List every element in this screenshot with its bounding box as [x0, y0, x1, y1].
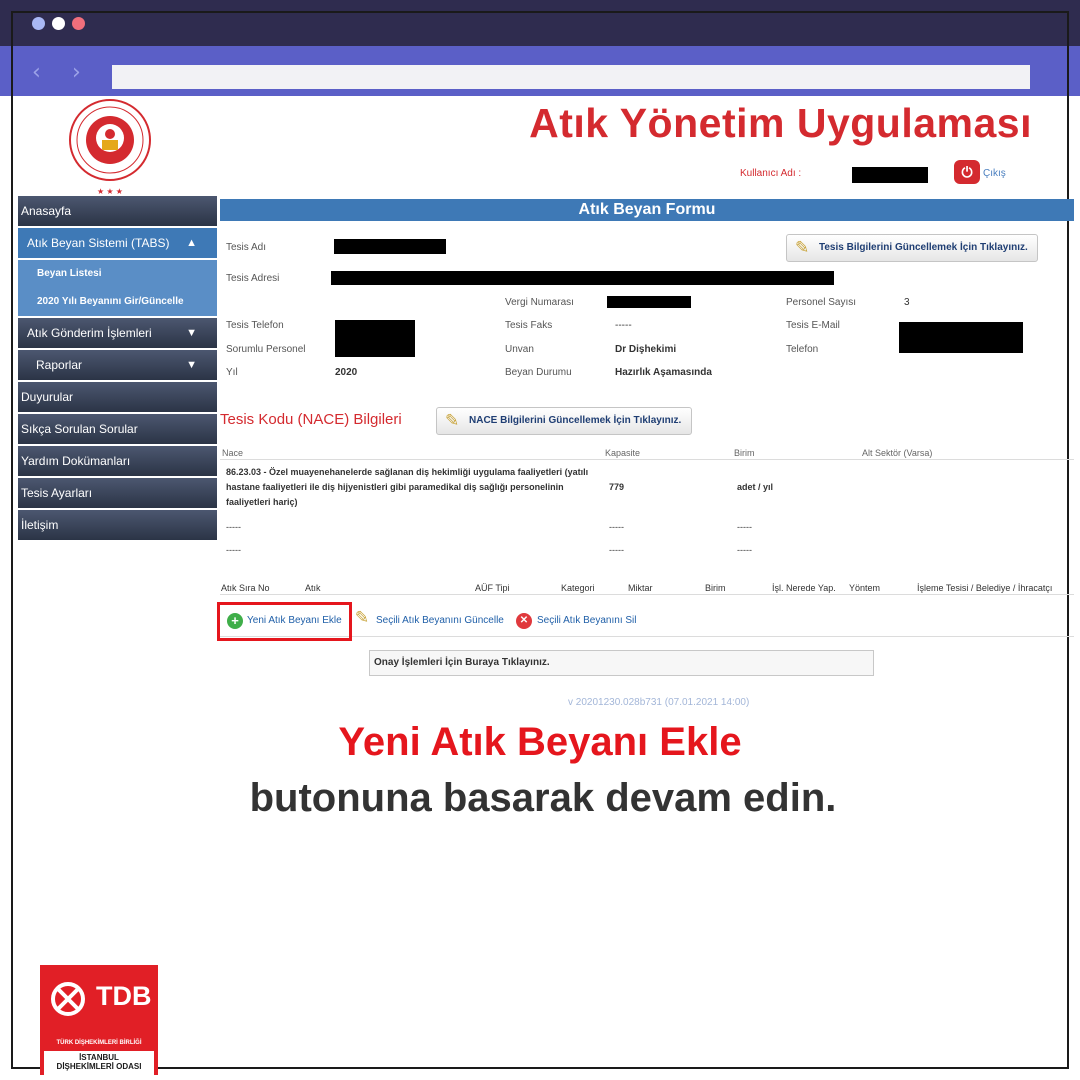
facility-fax-value: -----	[615, 320, 632, 331]
update-nace-button[interactable]: ✎ NACE Bilgilerini Güncellemek İçin Tıkl…	[436, 407, 692, 435]
column-header: Atık Sıra No	[221, 583, 270, 593]
column-header: Alt Sektör (Varsa)	[862, 448, 933, 458]
nace-row-description: -----	[226, 545, 241, 555]
nace-row-description: 86.23.03 - Özel muayenehanelerde sağlana…	[226, 467, 589, 507]
nace-section-title: Tesis Kodu (NACE) Bilgileri	[220, 411, 402, 428]
tdb-line2: İSTANBUL DİŞHEKİMLERİ ODASI	[40, 1053, 158, 1071]
sidebar-subitem-declaration-list[interactable]: Beyan Listesi	[18, 260, 217, 288]
logout-link[interactable]: Çıkış	[983, 168, 1006, 179]
tdb-brand-text: TDB	[96, 981, 152, 1011]
facility-address-redacted	[331, 271, 834, 285]
sidebar-item-help-docs[interactable]: Yardım Dokümanları	[18, 446, 217, 476]
update-facility-button-label: Tesis Bilgilerini Güncellemek İçin Tıkla…	[819, 242, 1028, 253]
pencil-icon: ✎	[445, 411, 460, 431]
column-header: İşl. Nerede Yap.	[772, 583, 836, 593]
username-label: Kullanıcı Adı :	[740, 168, 802, 179]
tdb-line1: TÜRK DİŞHEKİMLERİ BİRLİĞİ	[56, 1040, 142, 1046]
nace-row-capacity: -----	[609, 522, 624, 532]
staff-count-label: Personel Sayısı	[786, 297, 857, 308]
tdb-line2a: İSTANBUL	[79, 1053, 119, 1062]
table-divider	[220, 459, 1074, 460]
username-redacted	[852, 167, 928, 183]
email-redacted	[899, 322, 1023, 353]
instruction-caption: butonuna basarak devam edin.	[249, 776, 837, 820]
sidebar-item-waste-shipment[interactable]: Atık Gönderim İşlemleri ▼	[18, 318, 217, 348]
column-header: Yöntem	[849, 583, 881, 593]
app-title: Atık Yönetim Uygulaması	[529, 100, 1032, 146]
column-header: Birim	[705, 583, 726, 593]
column-header: İşleme Tesisi / Belediye / İhracatçı	[917, 583, 1053, 593]
ministry-seal-logo: ★ ★ ★	[69, 99, 151, 196]
declaration-status-value: Hazırlık Aşamasında	[615, 367, 712, 378]
tdb-logo: TDB TÜRK DİŞHEKİMLERİ BİRLİĞİ İSTANBUL D…	[40, 965, 158, 1075]
tdb-emblem-icon	[51, 982, 85, 1016]
facility-name-label: Tesis Adı	[226, 242, 267, 253]
column-header: Miktar	[628, 583, 653, 593]
pencil-icon[interactable]: ✎	[354, 610, 370, 627]
sidebar-item-label: Atık Gönderim İşlemleri	[27, 326, 152, 340]
svg-text:★ ★ ★: ★ ★ ★	[97, 187, 123, 196]
declaration-status-label: Beyan Durumu	[505, 367, 572, 378]
staff-count-value: 3	[904, 297, 910, 308]
caret-down-icon: ▼	[186, 359, 197, 371]
delete-x-icon[interactable]: ✕	[516, 613, 532, 629]
column-header: Nace	[222, 448, 244, 458]
sidebar-item-tabs[interactable]: Atık Beyan Sistemi (TABS) ▲	[18, 228, 217, 258]
nace-row-unit: adet / yıl	[737, 482, 774, 492]
pencil-icon: ✎	[795, 238, 810, 258]
add-waste-declaration-button[interactable]: Yeni Atık Beyanı Ekle	[247, 615, 342, 626]
version-text: v 20201230.028b731 (07.01.2021 14:00)	[568, 697, 750, 708]
facility-address-label: Tesis Adresi	[226, 273, 280, 284]
facility-email-label: Tesis E-Mail	[786, 320, 840, 331]
sidebar-item-reports[interactable]: Raporlar ▼	[18, 350, 217, 380]
column-header: AÜF Tipi	[475, 583, 510, 593]
tdb-line2b: DİŞHEKİMLERİ ODASI	[56, 1062, 142, 1071]
update-selected-declaration-button[interactable]: Seçili Atık Beyanını Güncelle	[376, 615, 504, 626]
nace-row-capacity: 779	[609, 482, 625, 492]
sidebar-item-facility-settings[interactable]: Tesis Ayarları	[18, 478, 217, 508]
plus-icon[interactable]: +	[227, 613, 243, 629]
column-header: Atık	[305, 583, 321, 593]
update-facility-button[interactable]: ✎ Tesis Bilgilerini Güncellemek İçin Tık…	[786, 234, 1038, 262]
sidebar-item-label: Atık Beyan Sistemi (TABS)	[27, 236, 170, 250]
delete-selected-declaration-button[interactable]: Seçili Atık Beyanını Sil	[537, 615, 637, 626]
sidebar-item-announcements[interactable]: Duyurular	[18, 382, 217, 412]
caret-up-icon: ▲	[186, 237, 197, 249]
sidebar-subitem-enter-declaration[interactable]: 2020 Yılı Beyanını Gir/Güncelle	[18, 288, 217, 316]
title-label: Unvan	[505, 344, 534, 355]
phone-redacted	[335, 320, 415, 357]
tax-number-redacted	[607, 296, 691, 308]
sidebar-item-home[interactable]: Anasayfa	[18, 196, 217, 226]
responsible-staff-label: Sorumlu Personel	[226, 344, 306, 355]
nace-row-unit: -----	[737, 522, 752, 532]
facility-phone-label: Tesis Telefon	[226, 320, 284, 331]
instruction-caption-highlight: Yeni Atık Beyanı Ekle	[338, 720, 742, 764]
year-value: 2020	[335, 367, 358, 378]
table-divider	[220, 594, 1074, 595]
column-header: Kapasite	[605, 448, 641, 458]
sidebar: Anasayfa Atık Beyan Sistemi (TABS) ▲ Bey…	[18, 196, 217, 542]
update-nace-button-label: NACE Bilgilerini Güncellemek İçin Tıklay…	[469, 415, 682, 426]
phone-label: Telefon	[786, 344, 819, 355]
title-value: Dr Dişhekimi	[615, 344, 677, 355]
nace-row-unit: -----	[737, 545, 752, 555]
tax-number-label: Vergi Numarası	[505, 297, 574, 308]
sidebar-item-contact[interactable]: İletişim	[18, 510, 217, 540]
nace-row-description: -----	[226, 522, 241, 532]
form-title-bar: Atık Beyan Formu	[220, 199, 1074, 221]
column-header: Birim	[734, 448, 755, 458]
year-label: Yıl	[226, 367, 238, 378]
nace-row-capacity: -----	[609, 545, 624, 555]
sidebar-item-faq[interactable]: Sıkça Sorulan Sorular	[18, 414, 217, 444]
column-header: Kategori	[561, 583, 595, 593]
facility-name-redacted	[334, 239, 446, 254]
sidebar-item-label: Raporlar	[36, 358, 83, 372]
facility-fax-label: Tesis Faks	[505, 320, 553, 331]
caret-down-icon: ▼	[186, 327, 197, 339]
approval-button[interactable]: Onay İşlemleri İçin Buraya Tıklayınız.	[369, 650, 874, 676]
power-icon[interactable]: ⏻	[954, 160, 980, 184]
